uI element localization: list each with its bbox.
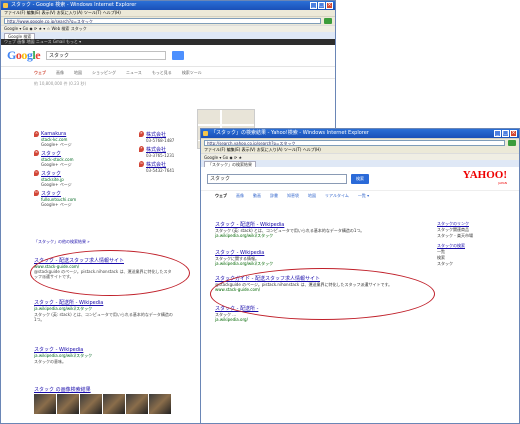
yahoo-logo-sub: JAPAN [498,181,507,185]
local-results-left: A Kamakura stack-kc.com Google+ ページ B スタック st… [34,131,124,210]
google-header: Google スタック [1,45,335,67]
tab-dictionary[interactable]: 辞書 [270,193,278,199]
close-icon[interactable]: × [510,130,517,137]
yahoo-url-input[interactable]: http://search.yahoo.co.jp/search?p=スタック [204,140,505,146]
tab-tools[interactable]: 検索ツール [182,70,202,76]
maximize-icon[interactable]: □ [502,130,509,137]
image-thumb[interactable] [126,394,148,414]
map-pin-icon: E [139,131,144,137]
tab-more[interactable]: もっと見る [152,70,172,76]
google-url-input[interactable]: http://www.google.co.jp/search?q=スタック [4,18,321,24]
maximize-icon[interactable]: □ [318,2,325,9]
google-search-input[interactable]: スタック [46,51,167,60]
tab-shopping[interactable]: ショッピング [92,70,116,76]
tab-news[interactable]: ニュース [126,70,142,76]
go-button[interactable] [324,18,332,24]
map-pin-icon: D [34,190,39,196]
yahoo-logo[interactable]: YAHOO! [463,169,507,181]
yahoo-tabstrip: 「スタック」の検索結果 [201,160,519,167]
sidebar-link[interactable]: スタック [437,261,517,267]
highlight-circle-yahoo [210,268,435,320]
tab-video[interactable]: 動画 [253,193,261,199]
minimize-icon[interactable]: _ [494,130,501,137]
yahoo-titlebar[interactable]: 「スタック」の検索結果 - Yahoo!検索 - Windows Interne… [201,129,519,138]
tab-maps[interactable]: 地図 [308,193,316,199]
ie-icon [203,131,208,136]
sidebar-link[interactable]: スタック - 楽天市場 [437,233,517,239]
go-button[interactable] [508,140,516,146]
more-local-link[interactable]: 「スタック」の他の検索結果 » [34,239,174,245]
yahoo-toolbar[interactable]: Google ▾ Go ◆ ⟳ ★ [201,153,519,160]
yahoo-search-button[interactable]: 検索 [351,173,369,184]
map-pin-icon: G [139,161,144,167]
minimize-icon[interactable]: _ [310,2,317,9]
local-result[interactable]: B スタック stack-stock.com Google+ ページ [34,150,124,167]
google-address-bar: http://www.google.co.jp/search?q=スタック [1,16,335,25]
map-pin-icon: F [139,146,144,152]
tab-web[interactable]: ウェブ [34,70,46,76]
local-result[interactable]: C スタック stacksite.jp Google+ ページ [34,170,124,187]
google-tabstrip: Google 検索 [1,32,335,39]
map-pin-icon: C [34,170,39,176]
tab-realtime[interactable]: リアルタイム [325,193,349,199]
search-result[interactable]: スタック - 配送所 - Wikipedia ja.wikipedia.org/… [34,299,174,322]
google-window-title: スタック - Google 検索 - Windows Internet Expl… [11,2,137,8]
image-thumb[interactable] [103,394,125,414]
image-thumbnails [34,394,171,414]
close-icon[interactable]: × [326,2,333,9]
search-result[interactable]: スタック - Wikipedia スタックに関する情報。 ja.wikipedi… [215,249,425,267]
yahoo-header: スタック 検索 YAHOO! JAPAN [201,167,519,191]
result-stats: 約 10,800,000 件 (0.23 秒) [34,81,87,86]
google-logo[interactable]: Google [7,48,40,63]
map-pin-icon: B [34,150,39,156]
google-titlebar[interactable]: スタック - Google 検索 - Windows Internet Expl… [1,1,335,10]
yahoo-sidebar: スタックのリンク スタック関連商品 スタック - 楽天市場 スタックの検索 一覧… [437,221,517,267]
image-thumb[interactable] [80,394,102,414]
highlight-circle-google [30,250,190,296]
local-result[interactable]: G 株式会社 03-5432-7641 [139,161,199,173]
image-results-heading[interactable]: スタック の画像検索結果 [34,386,174,393]
local-result[interactable]: F 株式会社 03-3765-1231 [139,146,199,158]
google-search-tabs: ウェブ 画像 地図 ショッピング ニュース もっと見る 検索ツール [1,67,335,79]
search-result[interactable]: スタック - Wikipedia ja.wikipedia.org/wiki/ス… [34,346,174,364]
tab-maps[interactable]: 地図 [74,70,82,76]
yahoo-search-tabs: ウェブ 画像 動画 辞書 知恵袋 地図 リアルタイム 一覧 ▾ [201,191,519,201]
image-thumb[interactable] [34,394,56,414]
ie-icon [3,3,8,8]
local-result[interactable]: A Kamakura stack-kc.com Google+ ページ [34,131,124,147]
tab-chiebukuro[interactable]: 知恵袋 [287,193,299,199]
yahoo-address-bar: http://search.yahoo.co.jp/search?p=スタック [201,138,519,147]
local-results-right: E 株式会社 03-5768-1487 F 株式会社 03-3765-1231 G 株式会… [139,131,199,176]
yahoo-window-title: 「スタック」の検索結果 - Yahoo!検索 - Windows Interne… [211,130,369,136]
tab-images[interactable]: 画像 [56,70,64,76]
image-thumb[interactable] [57,394,79,414]
map-pin-icon: A [34,131,39,137]
yahoo-search-input[interactable]: スタック [207,173,347,184]
tab-images[interactable]: 画像 [236,193,244,199]
google-search-button[interactable] [172,51,185,60]
google-toolbar[interactable]: Google ▾ Go ◆ ⟳ ★ ▾ ☆ Web 検索 スタック [1,25,335,32]
image-thumb[interactable] [149,394,171,414]
tab-more[interactable]: 一覧 ▾ [358,193,369,199]
local-result[interactable]: E 株式会社 03-5768-1487 [139,131,199,143]
tab-web[interactable]: ウェブ [215,193,227,199]
local-result[interactable]: D スタック fullsuntsuchi.com Google+ ページ [34,190,124,207]
search-result[interactable]: スタック - 配送所 - Wikipedia スタック (英: stack) と… [215,221,425,239]
